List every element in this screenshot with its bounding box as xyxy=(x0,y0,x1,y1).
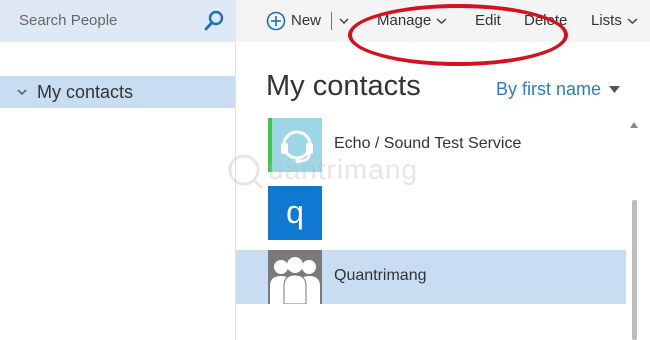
contact-name: Quantrimang xyxy=(334,267,427,284)
chevron-down-icon[interactable] xyxy=(16,86,28,98)
lists-label: Lists xyxy=(591,12,622,29)
scrollbar-thumb[interactable] xyxy=(632,200,637,340)
plus-circle-icon[interactable] xyxy=(266,11,286,31)
group-icon xyxy=(268,250,322,304)
watermark: uantrimang xyxy=(222,148,442,194)
sidebar-item-label: My contacts xyxy=(37,82,134,102)
watermark-text: uantrimang xyxy=(268,154,419,185)
watermark-logo-icon xyxy=(228,154,264,190)
sidebar-item-my-contacts[interactable]: My contacts xyxy=(0,76,235,108)
avatar-initial: q xyxy=(286,194,304,230)
chevron-down-icon[interactable] xyxy=(338,16,350,26)
left-pane: Search People My contacts xyxy=(0,0,236,340)
search-input[interactable]: Search People xyxy=(19,12,117,29)
caret-down-icon xyxy=(609,86,621,94)
search-icon[interactable] xyxy=(203,10,225,32)
list-item[interactable]: q xyxy=(236,186,626,240)
page-title: My contacts xyxy=(266,70,421,102)
lists-button[interactable]: Lists xyxy=(591,12,638,29)
sort-label: By first name xyxy=(496,79,602,99)
avatar: q xyxy=(268,186,322,240)
scroll-up-arrow-icon[interactable] xyxy=(629,121,639,129)
chevron-down-icon xyxy=(627,18,638,25)
search-box[interactable]: Search People xyxy=(0,0,235,42)
new-button[interactable]: New xyxy=(291,12,321,29)
sort-dropdown[interactable]: By first name xyxy=(496,79,621,100)
toolbar-separator xyxy=(331,12,332,30)
highlight-oval xyxy=(348,4,568,66)
list-item[interactable]: Quantrimang xyxy=(236,250,626,304)
